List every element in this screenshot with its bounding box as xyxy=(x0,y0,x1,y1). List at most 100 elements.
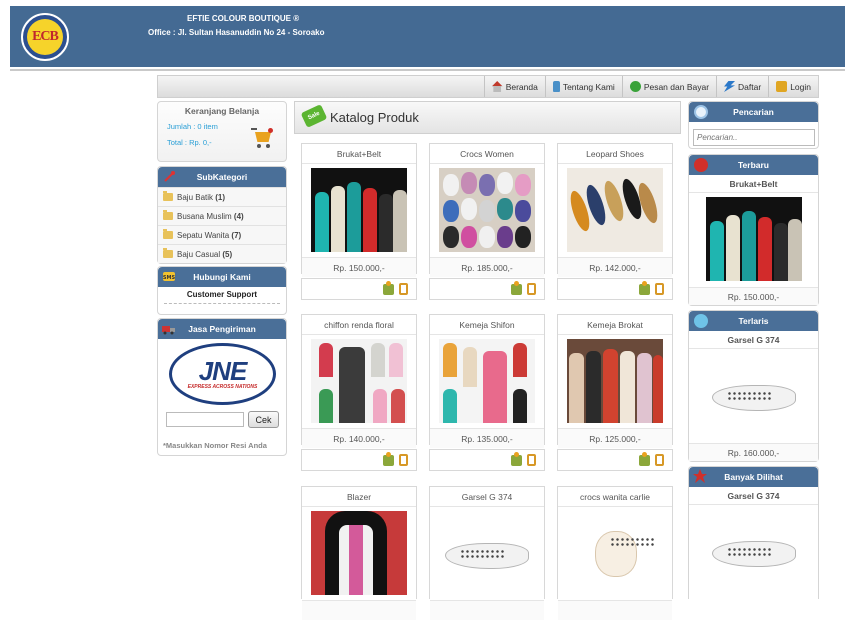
sale-tag-label: Sale xyxy=(307,110,321,122)
category-sepatu-wanita[interactable]: Sepatu Wanita (7) xyxy=(158,225,286,244)
product-name[interactable]: Kemeja Shifon xyxy=(430,315,544,335)
product-card[interactable]: chiffon renda floral Rp. 140.000,- xyxy=(301,314,417,448)
most-viewed-panel: Banyak Dilihat Garsel G 374 xyxy=(688,466,819,599)
add-to-cart-icon[interactable] xyxy=(383,451,394,466)
bestseller-product-image[interactable] xyxy=(705,353,802,437)
category-baju-batik[interactable]: Baju Batik (1) xyxy=(158,187,286,206)
jne-logo: JNE EXPRESS ACROSS NATIONS xyxy=(169,343,276,405)
nav-label: Beranda xyxy=(505,81,538,92)
product-name[interactable]: crocs wanita carlie xyxy=(558,487,672,507)
tracking-instruction: *Masukkan Nomor Resi Anda xyxy=(163,441,267,450)
add-to-cart-icon[interactable] xyxy=(639,451,650,466)
shipping-title: Jasa Pengiriman xyxy=(188,324,256,334)
product-card[interactable]: Leopard Shoes Rp. 142.000,- xyxy=(557,143,673,277)
nav-pesan-dan-bayar[interactable]: Pesan dan Bayar xyxy=(621,76,716,97)
product-actions xyxy=(429,449,545,471)
register-arrow-icon xyxy=(724,81,736,92)
add-to-cart-icon[interactable] xyxy=(383,280,394,295)
tracking-number-input[interactable] xyxy=(166,412,244,427)
bestseller-title: Terlaris xyxy=(738,316,769,326)
product-actions xyxy=(557,449,673,471)
product-name[interactable]: Brukat+Belt xyxy=(302,144,416,164)
detail-icon[interactable] xyxy=(655,283,664,295)
nav-label: Login xyxy=(790,81,811,92)
shoe-shape xyxy=(445,543,529,569)
contact-title: Hubungi Kami xyxy=(193,272,251,282)
product-card[interactable]: Brukat+Belt Rp. 150.000,- xyxy=(301,143,417,277)
product-name[interactable]: Crocs Women xyxy=(430,144,544,164)
search-input[interactable] xyxy=(693,129,815,146)
product-price: Rp. 140.000,- xyxy=(302,428,416,448)
product-card[interactable]: Garsel G 374 xyxy=(429,486,545,620)
product-image[interactable] xyxy=(567,339,663,423)
product-image[interactable] xyxy=(439,339,535,423)
detail-icon[interactable] xyxy=(655,454,664,466)
add-to-cart-icon[interactable] xyxy=(511,280,522,295)
svg-text:SMS: SMS xyxy=(163,275,176,281)
shopping-cart-icon[interactable] xyxy=(251,128,273,148)
search-panel: Pencarian xyxy=(688,101,819,149)
product-price: Rp. 142.000,- xyxy=(558,257,672,277)
bestseller-badge-icon xyxy=(694,314,708,328)
detail-icon[interactable] xyxy=(399,283,408,295)
product-price xyxy=(430,600,544,620)
most-viewed-title: Banyak Dilihat xyxy=(724,472,783,482)
product-image[interactable] xyxy=(311,339,407,423)
newest-header: Terbaru xyxy=(689,155,818,175)
cart-item-count: Jumlah : 0 item xyxy=(167,122,218,131)
product-card[interactable]: crocs wanita carlie xyxy=(557,486,673,620)
product-image[interactable] xyxy=(439,168,535,252)
product-image[interactable] xyxy=(311,511,407,595)
nav-label: Pesan dan Bayar xyxy=(643,81,710,92)
add-to-cart-icon[interactable] xyxy=(639,280,650,295)
sale-tag-icon: Sale xyxy=(300,104,328,128)
product-name[interactable]: Garsel G 374 xyxy=(430,487,544,507)
newest-product-image[interactable] xyxy=(705,197,802,281)
product-image[interactable] xyxy=(439,511,535,595)
detail-icon[interactable] xyxy=(527,283,536,295)
product-card[interactable]: Blazer xyxy=(301,486,417,620)
detail-icon[interactable] xyxy=(399,454,408,466)
most-viewed-product-name[interactable]: Garsel G 374 xyxy=(689,487,818,505)
new-badge-icon xyxy=(694,158,708,172)
product-name[interactable]: chiffon renda floral xyxy=(302,315,416,335)
cart-title: Keranjang Belanja xyxy=(184,106,260,116)
add-to-cart-icon[interactable] xyxy=(511,451,522,466)
bestseller-product-price: Rp. 160.000,- xyxy=(689,443,818,461)
shipping-panel: Jasa Pengiriman JNE EXPRESS ACROSS NATIO… xyxy=(157,318,287,456)
folder-icon xyxy=(163,229,173,239)
office-address: Office : Jl. Sultan Hasanuddin No 24 - S… xyxy=(148,28,325,37)
category-baju-casual[interactable]: Baju Casual (5) xyxy=(158,244,286,263)
product-image[interactable] xyxy=(567,168,663,252)
detail-icon[interactable] xyxy=(527,454,536,466)
product-image[interactable] xyxy=(311,168,407,252)
catalog-header: Sale Katalog Produk xyxy=(294,101,681,134)
product-name[interactable]: Blazer xyxy=(302,487,416,507)
hanger-icon xyxy=(164,171,175,182)
product-actions xyxy=(429,278,545,300)
category-count: (1) xyxy=(215,192,226,202)
bestseller-product-name[interactable]: Garsel G 374 xyxy=(689,331,818,349)
nav-beranda[interactable]: Beranda xyxy=(483,76,545,97)
product-price: Rp. 185.000,- xyxy=(430,257,544,277)
product-price: Rp. 135.000,- xyxy=(430,428,544,448)
check-tracking-button[interactable]: Cek xyxy=(248,411,279,428)
site-title: EFTIE COLOUR BOUTIQUE ® xyxy=(187,14,300,23)
product-card[interactable]: Kemeja Brokat Rp. 125.000,- xyxy=(557,314,673,448)
product-name[interactable]: Kemeja Brokat xyxy=(558,315,672,335)
product-image[interactable] xyxy=(567,511,663,595)
newest-product-name[interactable]: Brukat+Belt xyxy=(689,175,818,193)
nav-tentang-kami[interactable]: Tentang Kami xyxy=(544,76,622,97)
nav-login[interactable]: Login xyxy=(768,76,818,97)
most-viewed-product-image[interactable] xyxy=(705,509,802,593)
shoe-shape xyxy=(711,541,796,567)
category-busana-muslim[interactable]: Busana Muslim (4) xyxy=(158,206,286,225)
product-card[interactable]: Kemeja Shifon Rp. 135.000,- xyxy=(429,314,545,448)
product-name[interactable]: Leopard Shoes xyxy=(558,144,672,164)
product-card[interactable]: Crocs Women Rp. 185.000,- xyxy=(429,143,545,277)
logo[interactable]: ECB xyxy=(21,13,69,61)
logo-text: ECB xyxy=(32,29,59,44)
category-label: Busana Muslim xyxy=(177,211,232,221)
truck-icon xyxy=(162,326,175,335)
nav-daftar[interactable]: Daftar xyxy=(716,76,768,97)
